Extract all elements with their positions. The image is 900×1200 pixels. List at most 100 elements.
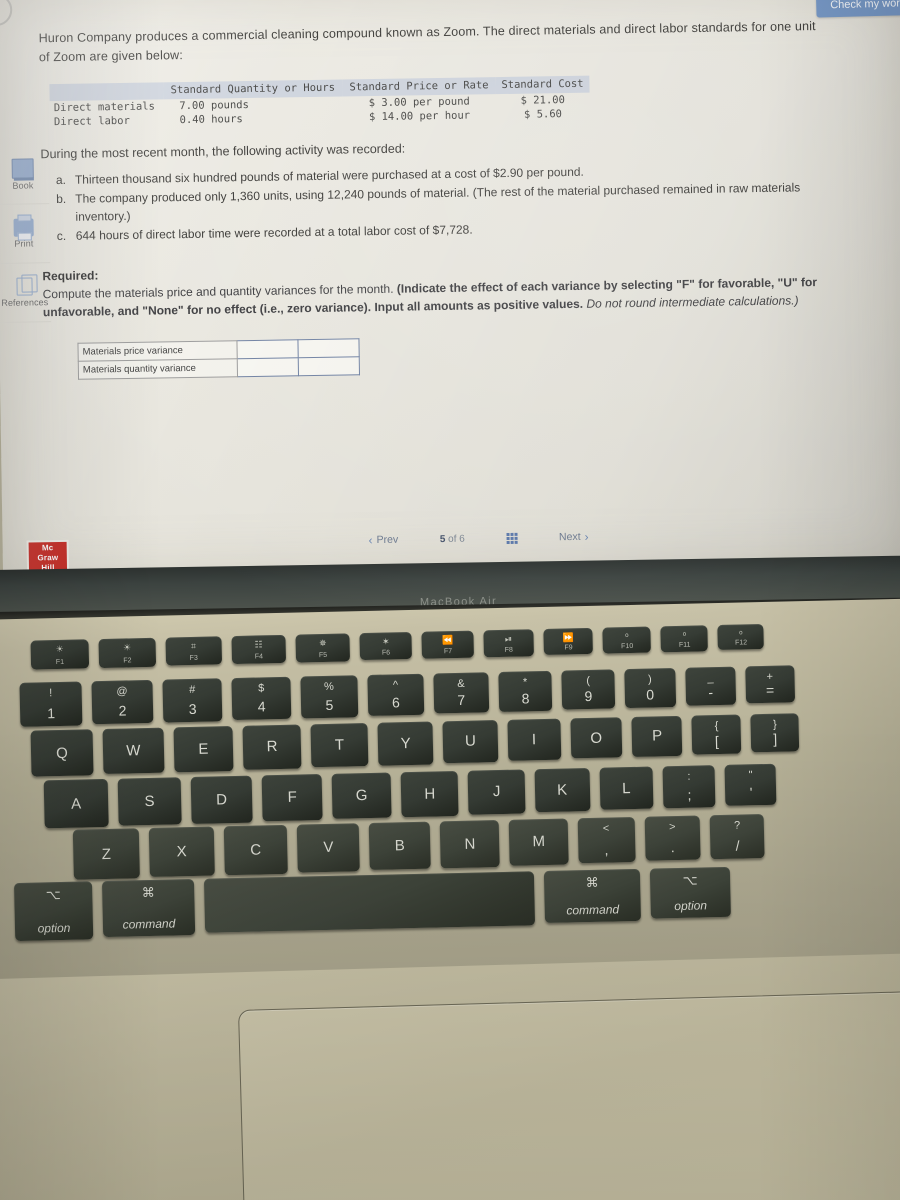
key-e[interactable]: E bbox=[173, 726, 234, 773]
key-command[interactable]: ⌘ command bbox=[543, 868, 641, 924]
key-=[interactable]: + = bbox=[745, 665, 795, 704]
key-v[interactable]: V bbox=[296, 823, 360, 873]
key-punct10[interactable]: {[ bbox=[691, 714, 742, 755]
key-s[interactable]: S bbox=[117, 777, 182, 826]
key-l[interactable]: L bbox=[599, 766, 654, 811]
logo-line-1: Mc bbox=[41, 543, 54, 553]
materials-quantity-variance-effect-input[interactable] bbox=[298, 356, 360, 376]
key-label: 5 bbox=[325, 696, 334, 713]
key-f8[interactable]: ⏯ F8 bbox=[483, 629, 535, 657]
key-label: E bbox=[198, 740, 209, 758]
key-punct11[interactable]: }] bbox=[750, 713, 800, 753]
key-j[interactable]: J bbox=[468, 769, 526, 815]
key-w[interactable]: W bbox=[102, 727, 165, 775]
key-0[interactable]: ) 0 bbox=[624, 668, 677, 708]
key-t[interactable]: T bbox=[310, 723, 369, 768]
key-f9[interactable]: ⏩ F9 bbox=[543, 627, 594, 656]
key-f1[interactable]: ☀ F1 bbox=[30, 639, 90, 670]
key-f4[interactable]: ☷ F4 bbox=[231, 634, 287, 665]
next-label: Next bbox=[558, 530, 581, 544]
key-c[interactable]: C bbox=[223, 824, 288, 875]
key-m[interactable]: M bbox=[509, 818, 569, 866]
key-glyph: ᵒ bbox=[682, 629, 687, 640]
key-glyph: ⌗ bbox=[190, 640, 197, 651]
key-punct7[interactable]: <, bbox=[577, 816, 636, 864]
key-label: F1 bbox=[55, 658, 65, 667]
key-h[interactable]: H bbox=[400, 770, 460, 817]
grid-icon[interactable] bbox=[506, 532, 518, 544]
materials-price-variance-input[interactable] bbox=[236, 339, 299, 359]
key-b[interactable]: B bbox=[368, 821, 431, 871]
key-f5[interactable]: ✵ F5 bbox=[295, 633, 350, 663]
materials-price-variance-effect-input[interactable] bbox=[297, 338, 360, 358]
key-punct8[interactable]: >. bbox=[644, 815, 701, 862]
key-spacebar[interactable] bbox=[203, 871, 536, 933]
key-8[interactable]: * 8 bbox=[498, 670, 553, 712]
key-label: G bbox=[355, 787, 368, 805]
key-label: Y bbox=[400, 734, 411, 753]
next-button[interactable]: Next › bbox=[559, 530, 589, 544]
key-f12[interactable]: ᵒ F12 bbox=[717, 623, 765, 651]
trackpad[interactable] bbox=[238, 990, 900, 1200]
key-1[interactable]: ! 1 bbox=[19, 681, 83, 727]
key-f10[interactable]: ᵒ F10 bbox=[602, 626, 652, 654]
key-f7[interactable]: ⏪ F7 bbox=[421, 630, 474, 659]
key-label: I bbox=[531, 731, 537, 749]
key-glyph: ᵒ bbox=[625, 631, 629, 642]
question-intro: Huron Company produces a commercial clea… bbox=[38, 19, 816, 65]
key-7[interactable]: & 7 bbox=[433, 672, 490, 714]
row-quantity: 0.40 hours bbox=[179, 112, 243, 126]
key-r[interactable]: R bbox=[242, 724, 302, 770]
key-n[interactable]: N bbox=[439, 820, 501, 868]
key-u[interactable]: U bbox=[442, 720, 499, 764]
key-f[interactable]: F bbox=[261, 774, 323, 822]
key-glyph: ⏯ bbox=[504, 633, 513, 644]
page-current: 5 bbox=[439, 533, 446, 545]
key-label: 2 bbox=[118, 702, 127, 720]
key-i[interactable]: I bbox=[507, 718, 561, 761]
key-3[interactable]: #3 bbox=[162, 678, 223, 723]
key-y[interactable]: Y bbox=[377, 721, 434, 766]
keyboard-function-row: ☀ F1 ☀ F2 ⌗ F3 ☷ F4 ✵ F5 ✶ F6 ⏪ F7 ⏯ F8 ⏩ F9 ᵒ F10 ᵒ F11 ᵒ F12 bbox=[30, 623, 765, 670]
key-f2[interactable]: ☀ F2 bbox=[98, 637, 156, 668]
key-4[interactable]: $4 bbox=[231, 676, 292, 721]
key-punct9[interactable]: :; bbox=[662, 765, 716, 809]
key-k[interactable]: K bbox=[534, 767, 591, 813]
key-label: H bbox=[424, 785, 436, 803]
key-d[interactable]: D bbox=[190, 775, 253, 824]
key-label: F7 bbox=[443, 647, 453, 656]
key-shift-label: * bbox=[522, 676, 528, 689]
key--[interactable]: _ - bbox=[685, 666, 737, 706]
key-label: T bbox=[334, 736, 345, 754]
key-g[interactable]: G bbox=[331, 772, 392, 820]
key-a[interactable]: A bbox=[43, 778, 109, 829]
key-command[interactable]: ⌘ command bbox=[101, 878, 196, 938]
key-o[interactable]: O bbox=[569, 717, 623, 759]
key-z[interactable]: Z bbox=[72, 828, 140, 880]
column-header-blank bbox=[49, 82, 164, 102]
key-6[interactable]: ^ 6 bbox=[367, 673, 425, 716]
key-2[interactable]: @2 bbox=[91, 679, 154, 725]
key-9[interactable]: (9 bbox=[561, 669, 615, 710]
key-shift-label: ( bbox=[586, 674, 591, 688]
key-5[interactable]: % 5 bbox=[300, 675, 359, 719]
key-punct9[interactable]: ? / bbox=[709, 814, 766, 859]
key-f11[interactable]: ᵒ F11 bbox=[660, 625, 709, 652]
materials-quantity-variance-input[interactable] bbox=[237, 357, 299, 377]
check-my-work-button[interactable]: Check my wor bbox=[816, 0, 900, 18]
references-icon bbox=[16, 277, 33, 296]
key-punct10[interactable]: " ' bbox=[724, 763, 777, 806]
key-q[interactable]: Q bbox=[30, 729, 94, 777]
pagination-nav: ‹ Prev 5 of 6 Next › bbox=[368, 530, 588, 547]
key-f3[interactable]: ⌗ F3 bbox=[165, 636, 222, 666]
key-option[interactable]: ⌥ option bbox=[13, 881, 94, 942]
key-label: ' bbox=[749, 784, 753, 801]
key-p[interactable]: P bbox=[631, 715, 683, 757]
key-f6[interactable]: ✶ F6 bbox=[359, 631, 413, 661]
key-option[interactable]: ⌥ option bbox=[649, 866, 731, 919]
key-label: F5 bbox=[318, 651, 328, 659]
key-label: C bbox=[250, 841, 262, 859]
page-total: 6 bbox=[459, 533, 465, 545]
prev-button[interactable]: ‹ Prev bbox=[368, 533, 398, 547]
key-x[interactable]: X bbox=[148, 826, 215, 878]
